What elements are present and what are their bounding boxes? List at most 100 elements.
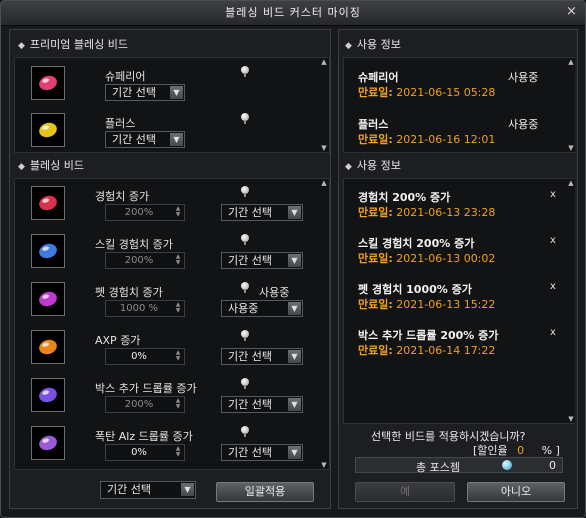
chevron-down-icon: ▼ xyxy=(170,133,183,146)
percent-value: 200% xyxy=(124,207,154,218)
bullet-icon: ◆ xyxy=(18,162,25,172)
stepper-arrows-icon[interactable]: ▲ ▼ xyxy=(174,398,182,411)
total-value: 0 xyxy=(549,459,556,472)
stepper-arrows-icon[interactable]: ▲ ▼ xyxy=(174,446,182,459)
blessing-header-label: 블레싱 비드 xyxy=(29,159,85,172)
stepper-arrows-icon[interactable]: ▲ ▼ xyxy=(174,302,182,315)
bullet-icon: ◆ xyxy=(18,41,25,51)
gem-shape xyxy=(37,73,59,93)
blessing-item-name: 펫 경험치 증가 xyxy=(95,286,163,299)
scroll-down-icon[interactable]: ▼ xyxy=(567,415,575,423)
blessing-scrollbar[interactable]: ▲ ▼ xyxy=(320,179,328,469)
gem-shape xyxy=(37,241,59,261)
usage-item-name: 박스 추가 드롭률 200% 증가 xyxy=(358,329,499,342)
period-select[interactable]: 기간 선택 ▼ xyxy=(221,204,303,221)
bead-icon xyxy=(31,330,65,364)
premium-section-header: ◆ 프리미엄 블레싱 비드 xyxy=(18,35,128,55)
pin-icon xyxy=(241,186,249,197)
expire-label: 만료일: xyxy=(358,252,393,265)
bead-icon xyxy=(31,234,65,268)
bulk-apply-button[interactable]: 일괄적용 xyxy=(216,482,314,502)
scroll-down-icon[interactable]: ▼ xyxy=(567,144,575,152)
premium-item-name: 플러스 xyxy=(105,117,136,130)
pin-icon xyxy=(241,113,249,124)
bulk-period-select[interactable]: 기간 선택 ▼ xyxy=(100,481,196,499)
remove-icon[interactable]: x xyxy=(550,281,556,292)
scroll-down-icon[interactable]: ▼ xyxy=(320,144,328,152)
usage-premium-scrollbar[interactable]: ▲ ▼ xyxy=(567,58,575,152)
scroll-down-icon[interactable]: ▼ xyxy=(320,461,328,469)
period-select[interactable]: 기간 선택 ▼ xyxy=(221,444,303,461)
window-title: 블레싱 비드 커스터 마이징 xyxy=(225,6,361,19)
blessing-item-name: 스킬 경험치 증가 xyxy=(95,238,173,251)
blessing-item-name: 박스 추가 드롭률 증가 xyxy=(95,382,197,395)
scroll-up-icon[interactable]: ▲ xyxy=(320,179,328,187)
expire-value: 2021-06-13 23:28 xyxy=(396,206,496,219)
usage-expire: 만료일: 2021-06-13 23:28 xyxy=(358,204,495,220)
scroll-up-icon[interactable]: ▲ xyxy=(567,179,575,187)
period-select[interactable]: 기간 선택 ▼ xyxy=(221,252,303,269)
percent-stepper[interactable]: 1000 % ▲ ▼ xyxy=(105,300,185,317)
remove-icon[interactable]: x xyxy=(550,327,556,338)
usage-premium-list: 슈페리어 사용중 만료일: 2021-06-15 05:28 플러스 사용중 만… xyxy=(343,57,575,153)
chevron-down-icon: ▼ xyxy=(170,86,183,99)
percent-stepper[interactable]: 0% ▲ ▼ xyxy=(105,444,185,461)
select-value: 기간 선택 xyxy=(228,254,272,267)
remove-icon[interactable]: x xyxy=(550,189,556,200)
premium-item-name: 슈페리어 xyxy=(105,70,146,83)
premium-scrollbar[interactable]: ▲ ▼ xyxy=(320,58,328,152)
scroll-up-icon[interactable]: ▲ xyxy=(320,58,328,66)
percent-stepper[interactable]: 0% ▲ ▼ xyxy=(105,348,185,365)
chevron-down-icon: ▼ xyxy=(288,302,301,315)
select-value: 기간 선택 xyxy=(228,398,272,411)
discount-label: [할인율 xyxy=(473,444,508,457)
period-select[interactable]: 기간 선택 ▼ xyxy=(221,348,303,365)
period-select[interactable]: 사용중 ▼ xyxy=(221,300,303,317)
scroll-up-icon[interactable]: ▲ xyxy=(567,58,575,66)
percent-stepper[interactable]: 200% ▲ ▼ xyxy=(105,252,185,269)
chevron-down-icon: ▼ xyxy=(288,398,301,411)
usage-item-name: 펫 경험치 1000% 증가 xyxy=(358,283,472,296)
usage-header-label: 사용 정보 xyxy=(356,159,401,172)
remove-icon[interactable]: x xyxy=(550,235,556,246)
bead-icon xyxy=(31,186,65,220)
pin-icon xyxy=(241,330,249,341)
period-select[interactable]: 기간 선택 ▼ xyxy=(105,131,185,148)
usage-expire: 만료일: 2021-06-15 05:28 xyxy=(358,84,495,100)
usage-blessing-header: ◆ 사용 정보 xyxy=(345,156,401,176)
usage-status: 사용중 xyxy=(508,71,539,84)
stepper-arrows-icon[interactable]: ▲ ▼ xyxy=(174,206,182,219)
premium-list: 슈페리어 기간 선택 ▼ 플러스 기간 선택 ▼ xyxy=(14,57,330,153)
stepper-arrows-icon[interactable]: ▲ ▼ xyxy=(174,254,182,267)
usage-header-label: 사용 정보 xyxy=(356,38,401,51)
select-value: 기간 선택 xyxy=(107,483,151,496)
usage-item-name: 플러스 xyxy=(358,118,389,131)
chevron-down-icon: ▼ xyxy=(288,254,301,267)
stepper-arrows-icon[interactable]: ▲ ▼ xyxy=(174,350,182,363)
percent-stepper[interactable]: 200% ▲ ▼ xyxy=(105,204,185,221)
force-gem-icon xyxy=(502,460,512,470)
gem-shape xyxy=(37,120,59,140)
percent-stepper[interactable]: 200% ▲ ▼ xyxy=(105,396,185,413)
usage-blessing-scrollbar[interactable]: ▲ ▼ xyxy=(567,179,575,423)
blessing-list: 경험치 증가 200% ▲ ▼ 기간 선택 ▼ 스킬 경험치 증가 200% ▲ ▼ 기간 선택 ▼ 펫… xyxy=(14,178,330,470)
close-icon[interactable]: × xyxy=(565,5,579,19)
usage-expire: 만료일: 2021-06-13 00:02 xyxy=(358,250,495,266)
usage-premium-header: ◆ 사용 정보 xyxy=(345,35,401,55)
percent-value: 0% xyxy=(131,351,147,362)
chevron-down-icon: ▼ xyxy=(288,350,301,363)
no-button[interactable]: 아니오 xyxy=(467,482,565,502)
yes-button[interactable]: 예 xyxy=(355,482,455,502)
select-value: 기간 선택 xyxy=(228,350,272,363)
superior-bead-icon xyxy=(31,66,65,100)
gem-shape xyxy=(37,193,59,213)
blessing-section-header: ◆ 블레싱 비드 xyxy=(18,156,84,176)
pin-icon xyxy=(241,378,249,389)
expire-value: 2021-06-15 05:28 xyxy=(396,86,496,99)
left-panel: ◆ 프리미엄 블레싱 비드 슈페리어 기간 선택 ▼ 플러스 기간 선택 ▼ ▲… xyxy=(9,29,331,509)
pin-icon xyxy=(241,234,249,245)
period-select[interactable]: 기간 선택 ▼ xyxy=(221,396,303,413)
pin-icon xyxy=(241,66,249,77)
period-select[interactable]: 기간 선택 ▼ xyxy=(105,84,185,101)
blessing-item-name: AXP 증가 xyxy=(95,334,141,347)
